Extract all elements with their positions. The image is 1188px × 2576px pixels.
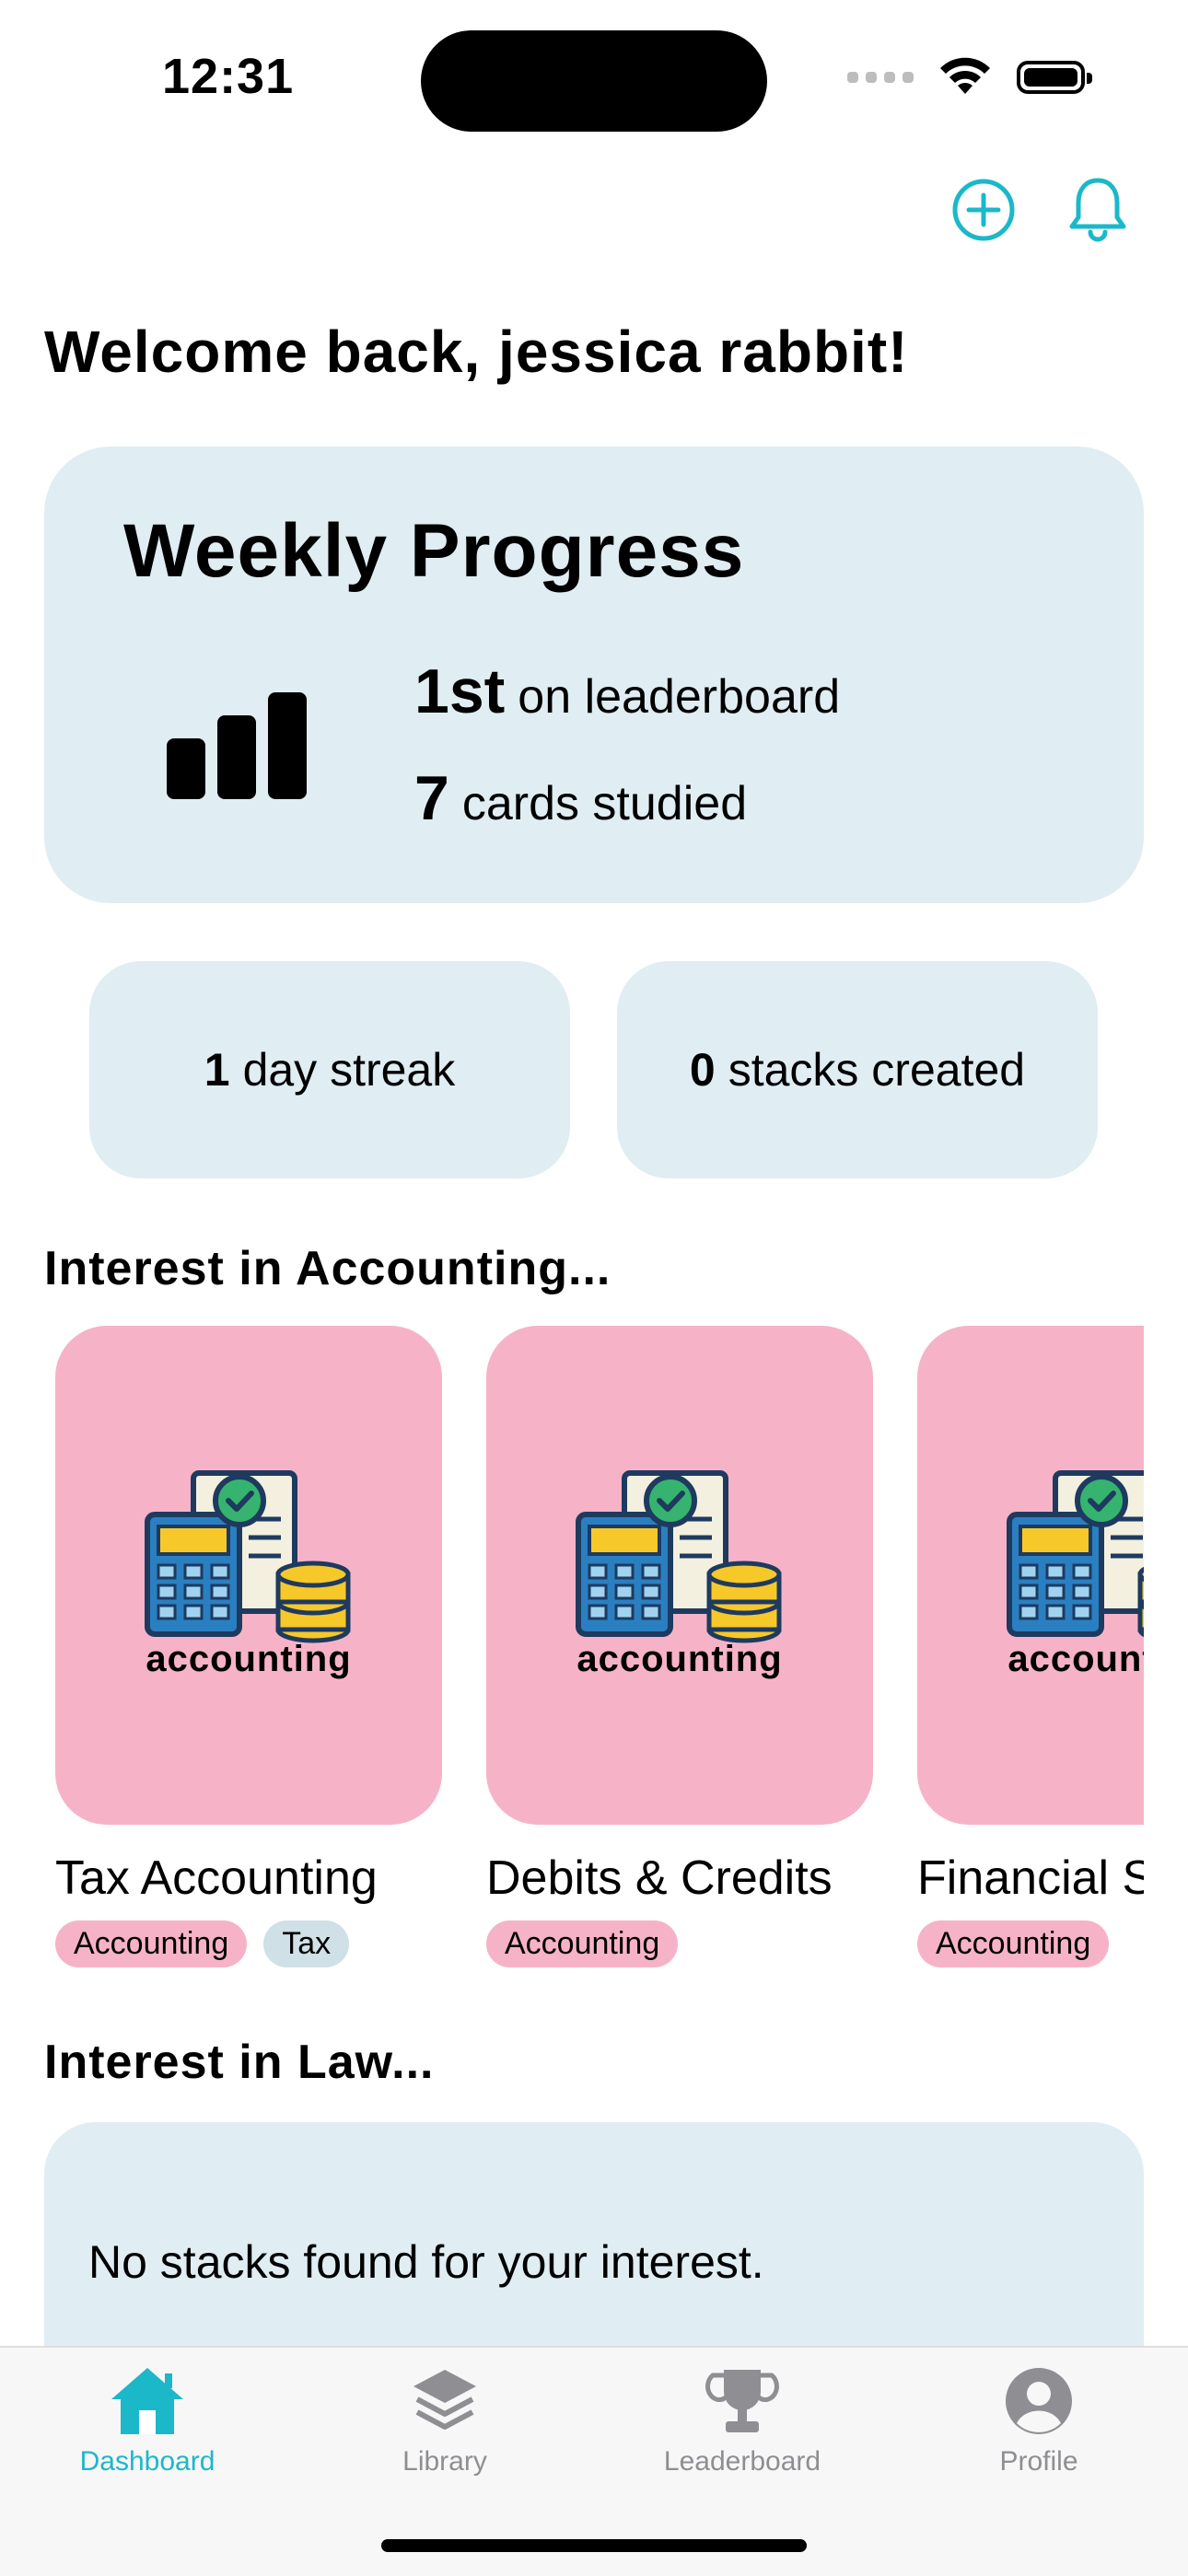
stacks-created-label: stacks created xyxy=(728,1044,1026,1096)
weekly-progress-title: Weekly Progress xyxy=(123,509,745,593)
day-streak-card: 1 day streak xyxy=(89,961,570,1178)
leaderboard-stat: 1st on leaderboard xyxy=(414,656,840,727)
accounting-stacks-carousel[interactable]: accounting Tax Accounting Accounting Tax xyxy=(44,1326,1144,1989)
tab-label: Dashboard xyxy=(79,2446,215,2477)
tab-dashboard[interactable]: Dashboard xyxy=(55,2361,239,2477)
stack-title: Financial S xyxy=(917,1851,1144,1905)
tab-label: Leaderboard xyxy=(663,2446,821,2477)
stack-card[interactable]: accounting Tax Accounting Accounting Tax xyxy=(55,1326,442,1967)
dynamic-island xyxy=(421,30,767,132)
stacks-created-card: 0 stacks created xyxy=(617,961,1098,1178)
stack-thumbnail: accounting xyxy=(917,1326,1144,1825)
tag-accounting: Accounting xyxy=(917,1920,1110,1967)
home-indicator[interactable] xyxy=(381,2539,807,2552)
accounting-illustration-icon xyxy=(576,1470,782,1643)
cards-studied-label: cards studied xyxy=(461,777,748,830)
law-section-title: Interest in Law... xyxy=(44,2036,435,2089)
wifi-icon xyxy=(940,57,990,94)
stack-thumbnail: accounting xyxy=(486,1326,873,1825)
status-icons xyxy=(847,57,1092,98)
bell-icon xyxy=(1069,178,1126,242)
stack-thumbnail-caption: accounting xyxy=(146,1639,352,1679)
trophy-icon xyxy=(705,2370,779,2432)
tab-profile[interactable]: Profile xyxy=(947,2361,1131,2477)
status-time: 12:31 xyxy=(162,49,295,104)
accounting-illustration-icon xyxy=(145,1470,351,1643)
tag-accounting: Accounting xyxy=(55,1920,248,1967)
house-icon xyxy=(111,2368,183,2434)
leaderboard-rank: 1st xyxy=(414,656,506,726)
tab-label: Library xyxy=(402,2446,487,2477)
accounting-section-title: Interest in Accounting... xyxy=(44,1242,611,1295)
notifications-button[interactable] xyxy=(1061,173,1135,247)
tab-library[interactable]: Library xyxy=(353,2361,537,2477)
stack-thumbnail: accounting xyxy=(55,1326,442,1825)
stack-title: Tax Accounting xyxy=(55,1851,378,1905)
cards-studied-count: 7 xyxy=(414,763,449,833)
stack-title: Debits & Credits xyxy=(486,1851,833,1905)
stack-tags: Accounting xyxy=(486,1920,873,1967)
stack-card[interactable]: accounting Financial S Accounting xyxy=(917,1326,1144,1967)
stack-card[interactable]: accounting Debits & Credits Accounting xyxy=(486,1326,873,1967)
battery-icon xyxy=(1017,61,1092,94)
accounting-illustration-icon xyxy=(1007,1470,1144,1638)
cards-studied-stat: 7 cards studied xyxy=(414,762,747,834)
tab-label: Profile xyxy=(999,2446,1078,2477)
law-empty-message: No stacks found for your interest. xyxy=(88,2236,764,2288)
cellular-signal-icon xyxy=(847,72,914,83)
add-stack-button[interactable] xyxy=(947,173,1020,247)
stack-tags: Accounting Tax xyxy=(55,1920,442,1967)
welcome-heading: Welcome back, jessica rabbit! xyxy=(44,319,909,385)
plus-circle-icon xyxy=(952,179,1015,241)
stack-thumbnail-caption: accounting xyxy=(577,1639,783,1679)
layers-icon xyxy=(413,2370,476,2430)
tag-tax: Tax xyxy=(263,1920,350,1967)
person-circle-icon xyxy=(1006,2368,1072,2434)
bar-chart-icon xyxy=(167,692,307,799)
stacks-created-value: 0 xyxy=(689,1044,716,1096)
tag-accounting: Accounting xyxy=(486,1920,679,1967)
day-streak-label: day streak xyxy=(242,1044,456,1096)
tab-leaderboard[interactable]: Leaderboard xyxy=(650,2361,834,2477)
stack-tags: Accounting xyxy=(917,1920,1144,1967)
day-streak-value: 1 xyxy=(204,1044,230,1096)
stack-thumbnail-caption: accounting xyxy=(1007,1639,1144,1679)
leaderboard-rank-label: on leaderboard xyxy=(518,670,841,724)
